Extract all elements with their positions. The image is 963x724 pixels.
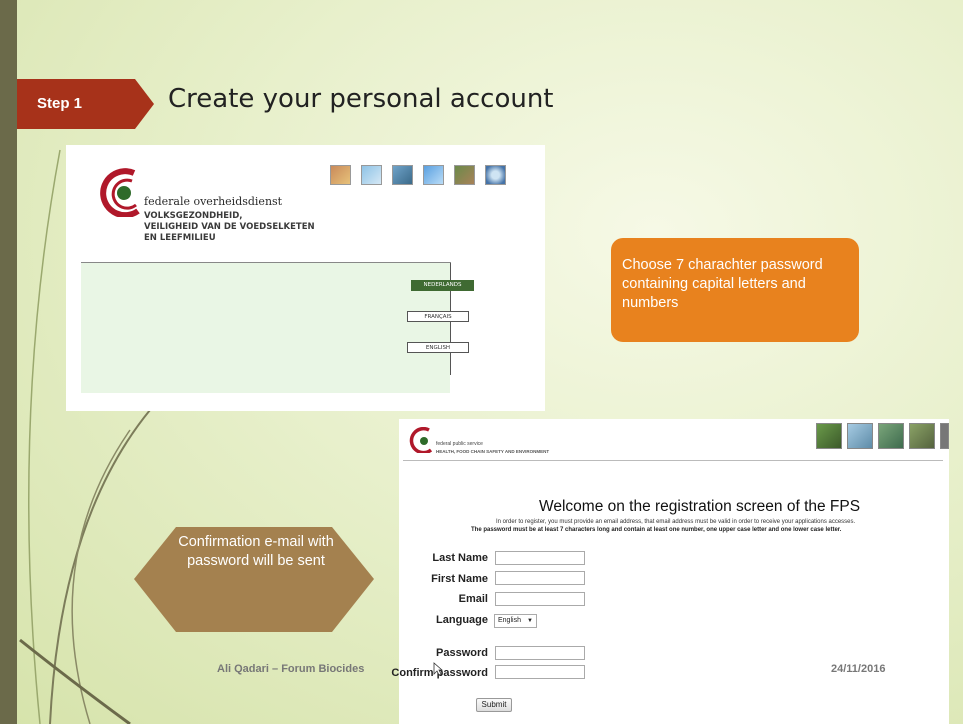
slide-title: Create your personal account (168, 84, 554, 114)
horse-photo-icon (909, 423, 935, 449)
photo-cropped-icon (940, 423, 949, 449)
password-rule-note: The password must be at least 7 characte… (471, 527, 842, 533)
chevron-down-icon: ▼ (527, 618, 533, 624)
step-label: Step 1 (37, 95, 83, 112)
water-photo-icon (361, 165, 382, 185)
org-dept-line1: VOLKSGEZONDHEID, (144, 211, 243, 221)
plant-photo-icon (878, 423, 904, 449)
green-panel (81, 263, 450, 393)
water-photo-icon (847, 423, 873, 449)
last-name-label: Last Name (432, 552, 488, 564)
fod-logo-icon (100, 168, 140, 217)
email-input[interactable] (495, 592, 585, 606)
password-label: Password (436, 647, 488, 659)
fps-logo-icon (409, 427, 433, 453)
child-photo-icon (330, 165, 351, 185)
globe-photo-icon (485, 165, 506, 185)
language-select[interactable]: English ▼ (494, 614, 537, 628)
sky-photo-icon (423, 165, 444, 185)
language-selected-value: English (498, 617, 521, 624)
org-dept-line3: EN LEEFMILIEU (144, 233, 216, 243)
org-dept-line2: VEILIGHEID VAN DE VOEDSELKETEN (144, 222, 315, 232)
language-nl-button[interactable]: NEDERLANDS (411, 280, 474, 291)
footer-date: 24/11/2016 (831, 663, 886, 675)
header-divider (403, 460, 943, 461)
last-name-input[interactable] (495, 551, 585, 565)
first-name-label: First Name (431, 573, 488, 585)
submit-button[interactable]: Submit (476, 698, 512, 712)
portal-screenshot: federale overheidsdienst VOLKSGEZONDHEID… (66, 145, 545, 411)
language-label: Language (436, 614, 488, 626)
registration-screenshot: federal public service HEALTH, FOOD CHAI… (391, 419, 949, 724)
email-label: Email (458, 593, 488, 605)
password-input[interactable] (495, 646, 585, 660)
child-photo-icon (816, 423, 842, 449)
fps-org-dept: HEALTH, FOOD CHAIN SAFETY AND ENVIRONMEN… (436, 449, 550, 454)
language-fr-button[interactable]: FRANÇAIS (407, 311, 469, 322)
registration-note: In order to register, you must provide a… (496, 519, 856, 525)
welcome-heading: Welcome on the registration screen of th… (539, 498, 861, 515)
org-name: federale overheidsdienst (144, 195, 283, 208)
language-en-button[interactable]: ENGLISH (407, 342, 469, 353)
footer-author: Ali Qadari – Forum Biocides (217, 663, 365, 675)
confirm-password-input[interactable] (495, 665, 585, 679)
mouse-cursor-icon (433, 662, 443, 676)
lab-photo-icon (392, 165, 413, 185)
password-tip-callout: Choose 7 charachter password containing … (611, 238, 859, 342)
first-name-input[interactable] (495, 571, 585, 585)
horse-photo-icon (454, 165, 475, 185)
confirmation-callout: Confirmation e-mail with password will b… (178, 534, 334, 569)
fps-org-name: federal public service (436, 441, 483, 447)
